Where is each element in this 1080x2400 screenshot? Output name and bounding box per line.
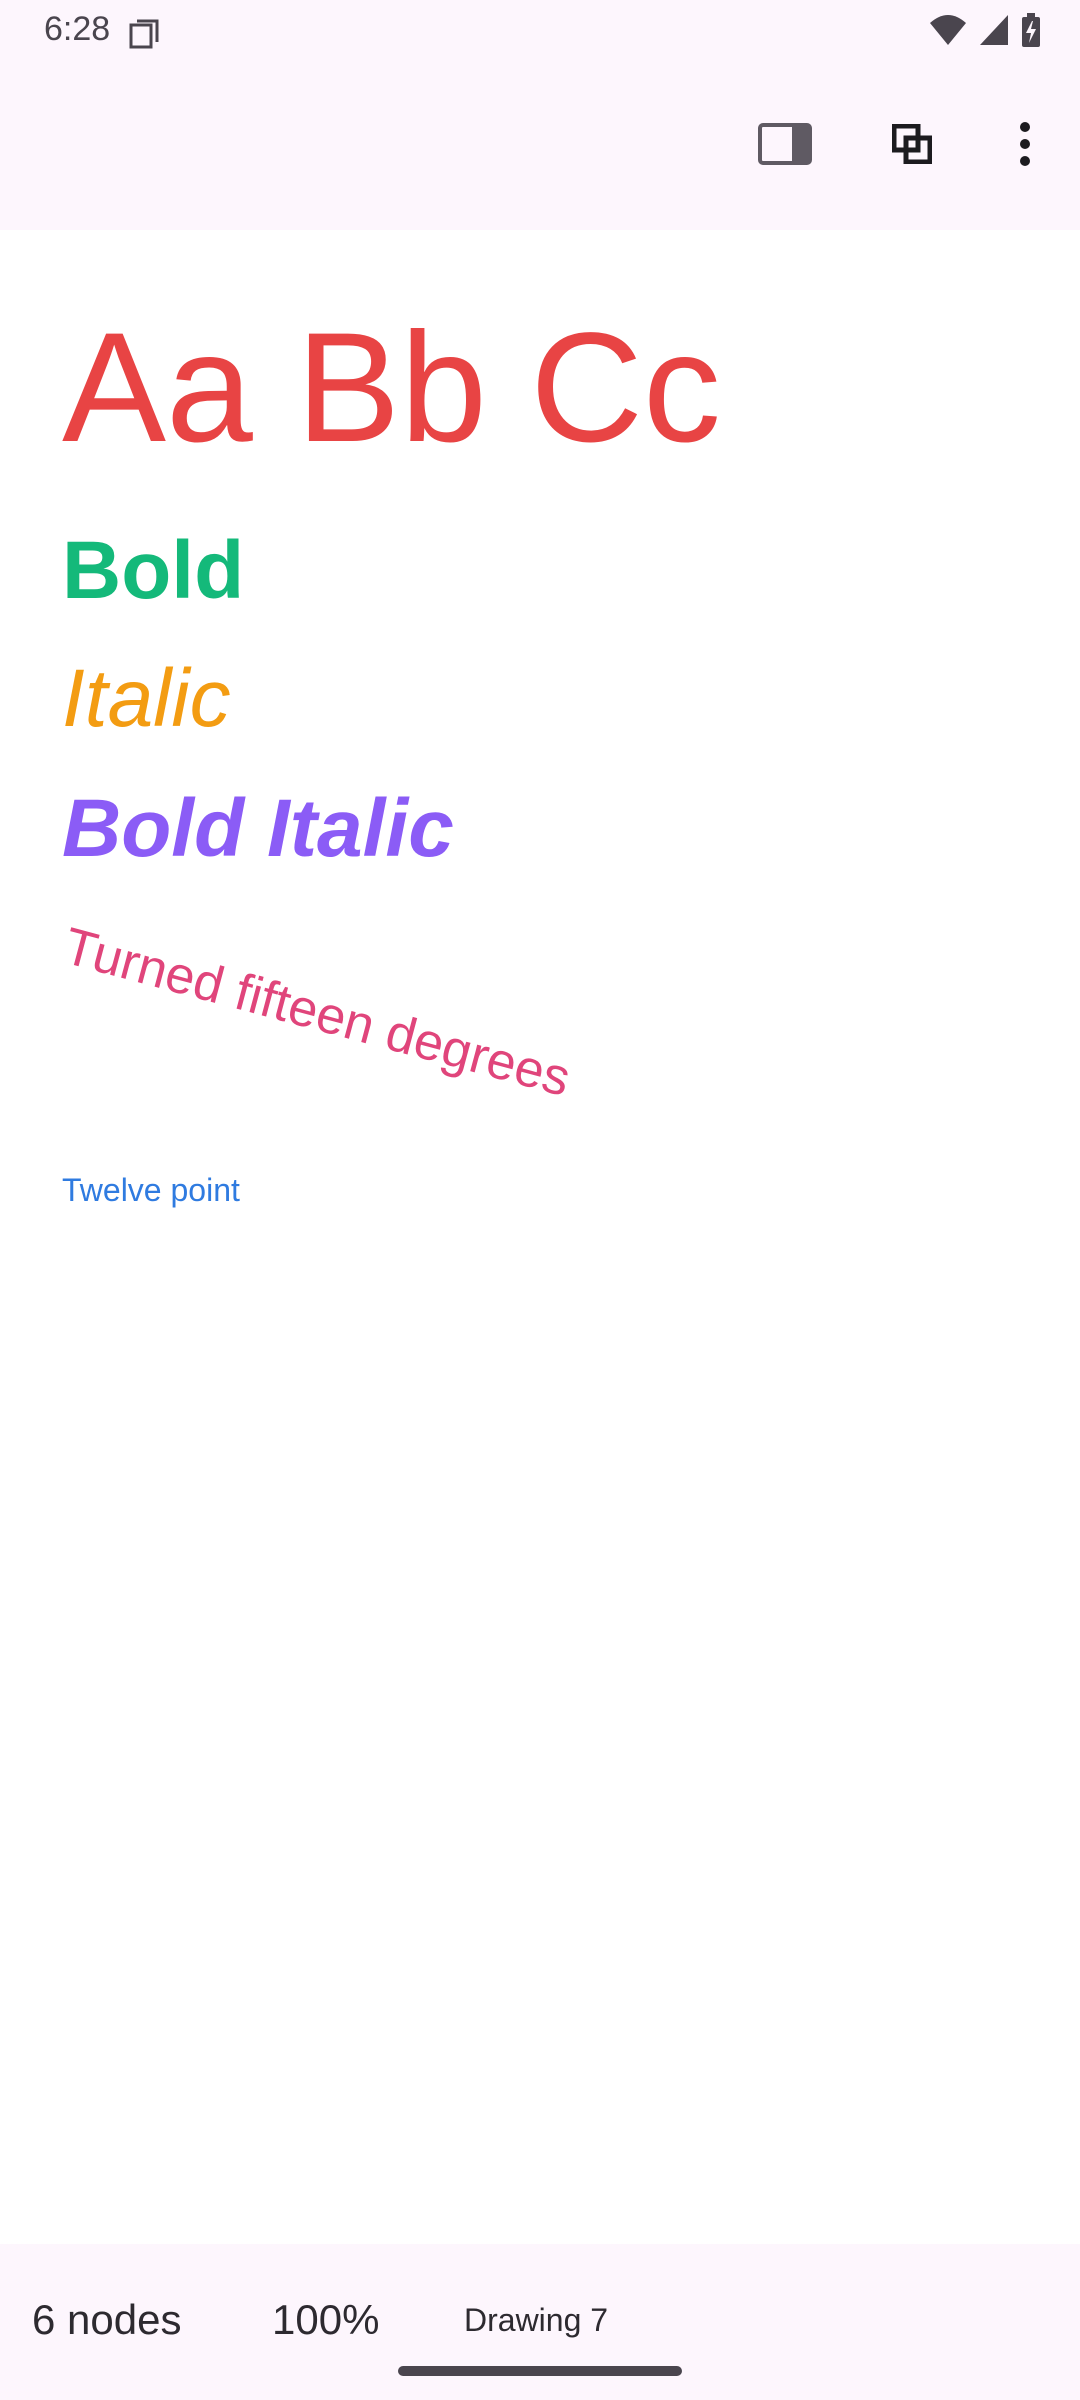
status-time: 6:28 — [44, 10, 111, 48]
status-bar: 6:28 — [0, 0, 1080, 62]
layers-icon — [891, 123, 933, 168]
text-node-bold[interactable]: Bold — [62, 530, 244, 612]
status-icons — [928, 12, 1042, 52]
node-count: 6 nodes — [32, 2296, 182, 2343]
more-options-button[interactable] — [970, 62, 1080, 230]
side-panel-button[interactable] — [730, 62, 840, 230]
signal-icon — [978, 13, 1010, 51]
wifi-icon — [928, 13, 968, 51]
bottom-status-bar: 6 nodes 100% Drawing 7 — [0, 2244, 1080, 2400]
document-title: Drawing 7 — [464, 2302, 609, 2338]
text-node-italic[interactable]: Italic — [62, 658, 231, 740]
home-indicator[interactable] — [398, 2366, 682, 2376]
battery-charging-icon — [1020, 12, 1042, 52]
text-node-bold-italic[interactable]: Bold Italic — [62, 788, 454, 870]
text-node-rotated[interactable]: Turned fifteen degrees — [58, 917, 577, 1108]
side-panel-icon — [758, 123, 812, 169]
clipboard-icon — [128, 18, 160, 50]
app-toolbar — [0, 62, 1080, 230]
text-node-twelve-point[interactable]: Twelve point — [62, 1174, 240, 1206]
text-node-aa-bb-cc[interactable]: Aa Bb Cc — [62, 310, 721, 466]
layers-button[interactable] — [857, 62, 967, 230]
zoom-level[interactable]: 100% — [272, 2296, 379, 2344]
drawing-canvas[interactable]: Aa Bb Cc Bold Italic Bold Italic Turned … — [0, 230, 1080, 2244]
more-vert-icon — [1018, 121, 1032, 171]
